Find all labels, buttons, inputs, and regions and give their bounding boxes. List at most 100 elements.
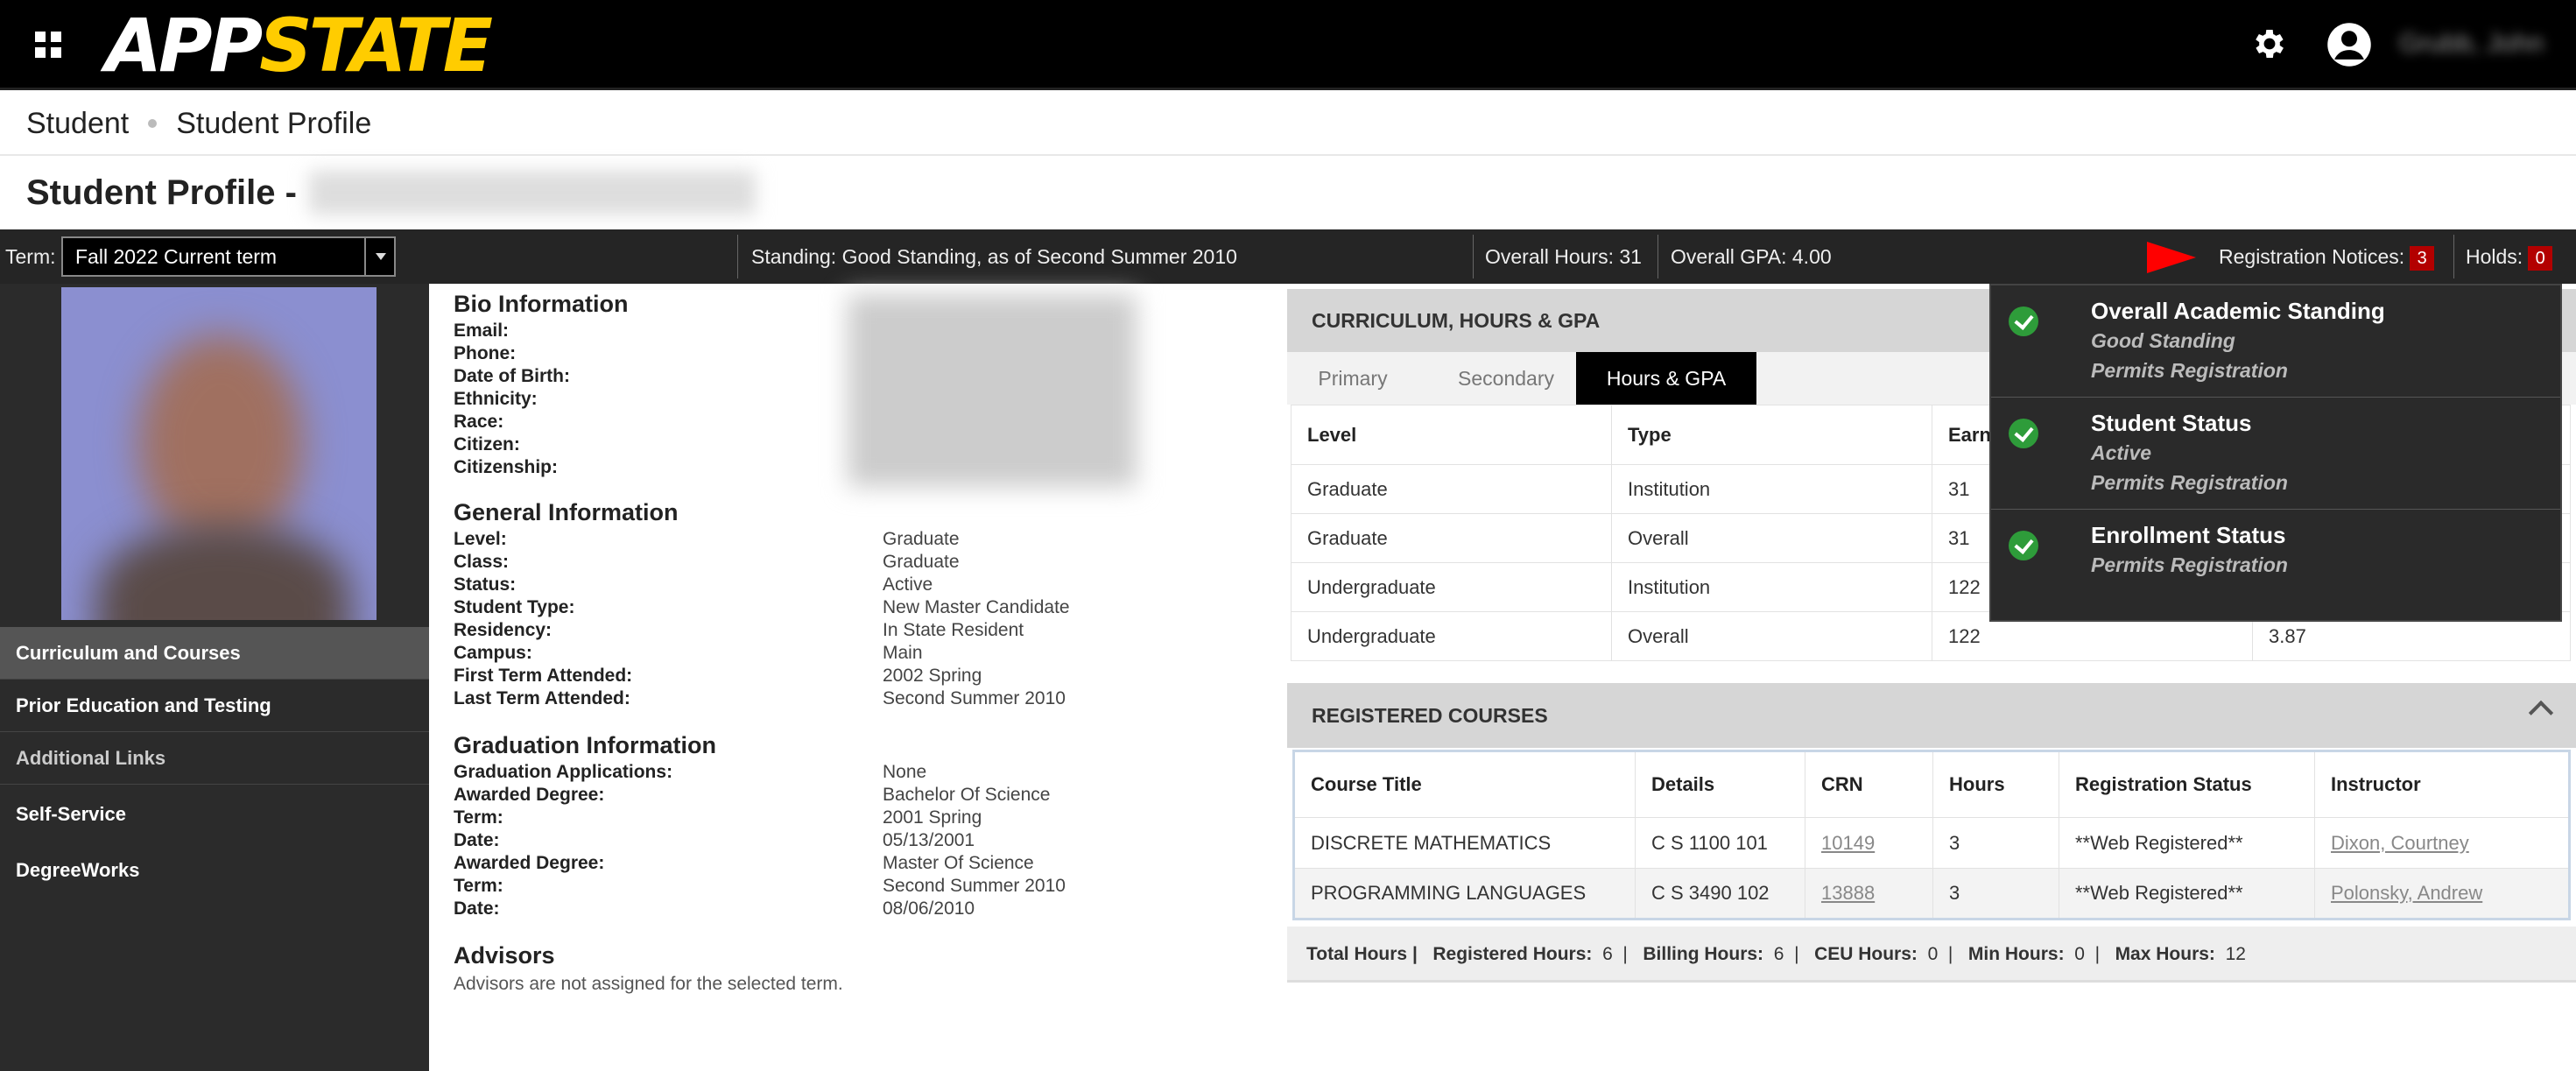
registered-hours-label: Registered Hours:: [1432, 944, 1593, 964]
column-header-crn: CRN: [1805, 750, 1933, 818]
general-value: New Master Candidate: [883, 597, 1070, 617]
check-circle-icon: [2009, 531, 2038, 560]
sidebar-item-prior-education[interactable]: Prior Education and Testing: [0, 680, 429, 732]
notice-line: Permits Registration: [2091, 359, 2288, 382]
column-header-instructor: Instructor: [2314, 750, 2570, 818]
redacted-student-name: [308, 171, 756, 215]
sidebar-item-self-service[interactable]: Self-Service: [0, 788, 429, 841]
page-title-row: Student Profile -: [0, 156, 2576, 229]
advisors-title: Advisors: [454, 942, 555, 969]
tab-hours-gpa[interactable]: Hours & GPA: [1576, 352, 1756, 405]
chevron-down-icon[interactable]: [364, 238, 394, 275]
general-label: Level:: [454, 529, 507, 549]
cell-crn: 13888: [1805, 868, 1933, 920]
notice-title: Student Status: [2091, 410, 2252, 436]
notice-line: Good Standing: [2091, 329, 2235, 352]
registration-notices-label: Registration Notices:: [2219, 245, 2405, 268]
strip-divider: [2453, 235, 2454, 278]
column-header-level: Level: [1291, 405, 1612, 465]
graduation-label: Date:: [454, 898, 500, 919]
holds-badge: 0: [2528, 245, 2553, 271]
tab-secondary[interactable]: Secondary: [1418, 352, 1594, 405]
breadcrumb: Student Student Profile: [0, 93, 2576, 156]
notice-line: Permits Registration: [2091, 471, 2288, 494]
graduation-label: Date:: [454, 830, 500, 850]
general-label: Class:: [454, 552, 510, 572]
term-select[interactable]: Fall 2022 Current term: [61, 236, 396, 277]
user-avatar-icon[interactable]: [2326, 21, 2373, 68]
general-value: Graduate: [883, 552, 960, 572]
term-label: Term:: [5, 245, 56, 268]
graduation-value: 2001 Spring: [883, 807, 982, 828]
student-photo: [61, 287, 377, 620]
registered-courses-title: REGISTERED COURSES: [1312, 704, 1548, 727]
graduation-value: 05/13/2001: [883, 830, 975, 850]
graduation-label: Graduation Applications:: [454, 762, 673, 782]
chevron-up-icon[interactable]: [2528, 700, 2554, 726]
advisors-note: Advisors are not assigned for the select…: [454, 974, 843, 994]
general-label: Last Term Attended:: [454, 688, 630, 708]
graduation-value: Master Of Science: [883, 853, 1034, 873]
registration-notices-badge: 3: [2410, 245, 2435, 271]
bio-label-dob: Date of Birth:: [454, 366, 570, 386]
crn-link[interactable]: 13888: [1821, 882, 1875, 904]
top-app-bar: APPSTATE Grubb, John: [0, 0, 2576, 90]
breadcrumb-separator-icon: [148, 119, 158, 128]
redacted-bio-values: [848, 294, 1137, 487]
graduation-value: Second Summer 2010: [883, 876, 1066, 896]
graduation-label: Awarded Degree:: [454, 853, 605, 873]
general-information-title: General Information: [454, 499, 679, 525]
notice-title: Overall Academic Standing: [2091, 298, 2385, 324]
column-header-type: Type: [1611, 405, 1932, 465]
graduation-label: Awarded Degree:: [454, 785, 605, 805]
logo-app-text: APP: [105, 3, 263, 88]
cell-instructor: Dixon, Courtney: [2314, 817, 2570, 869]
cell-crn: 10149: [1805, 817, 1933, 869]
app-grid-icon[interactable]: [35, 32, 61, 58]
overall-gpa: Overall GPA: 4.00: [1671, 245, 1832, 268]
cell-level: Graduate: [1291, 513, 1612, 563]
overall-hours: Overall Hours: 31: [1485, 245, 1642, 268]
table-header-row: Course Title Details CRN Hours Registrat…: [1293, 750, 2570, 818]
notice-item: Student Status Active Permits Registrati…: [1991, 398, 2560, 510]
max-hours-label: Max Hours:: [2115, 944, 2215, 964]
notice-line: Active: [2091, 441, 2152, 464]
bio-information-title: Bio Information: [454, 291, 629, 317]
logo-state-text: STATE: [259, 3, 493, 88]
sidebar-item-curriculum-and-courses[interactable]: Curriculum and Courses: [0, 627, 429, 680]
cell-type: Institution: [1611, 464, 1932, 514]
breadcrumb-student[interactable]: Student: [26, 107, 129, 141]
ceu-hours-label: CEU Hours:: [1814, 944, 1918, 964]
cell-level: Undergraduate: [1291, 611, 1612, 661]
tab-primary[interactable]: Primary: [1287, 352, 1418, 405]
holds-label: Holds:: [2466, 245, 2523, 268]
registered-courses-header[interactable]: REGISTERED COURSES: [1287, 683, 2576, 748]
graduation-label: Term:: [454, 876, 503, 896]
registration-notices[interactable]: Registration Notices: 3: [2219, 229, 2435, 284]
column-header-registration-status: Registration Status: [2059, 750, 2315, 818]
instructor-link[interactable]: Polonsky, Andrew: [2331, 882, 2482, 904]
general-value: 2002 Spring: [883, 666, 982, 686]
general-label: First Term Attended:: [454, 666, 633, 686]
holds[interactable]: Holds: 0: [2466, 229, 2553, 284]
appstate-logo[interactable]: APPSTATE: [105, 7, 493, 84]
instructor-link[interactable]: Dixon, Courtney: [2331, 832, 2469, 854]
sidebar-item-degreeworks[interactable]: DegreeWorks: [0, 844, 429, 897]
table-row: PROGRAMMING LANGUAGES C S 3490 102 13888…: [1293, 868, 2570, 920]
table-row: DISCRETE MATHEMATICS C S 1100 101 10149 …: [1293, 817, 2570, 869]
standing-text: Standing: Good Standing, as of Second Su…: [751, 245, 1237, 268]
crn-link[interactable]: 10149: [1821, 832, 1875, 854]
registered-courses-table: Course Title Details CRN Hours Registrat…: [1292, 750, 2571, 920]
user-name[interactable]: Grubb, John: [2399, 23, 2565, 65]
term-select-value: Fall 2022 Current term: [75, 245, 278, 268]
notice-item: Overall Academic Standing Good Standing …: [1991, 285, 2560, 398]
graduation-label: Term:: [454, 807, 503, 828]
strip-divider: [1473, 235, 1474, 278]
gear-icon[interactable]: [2250, 25, 2289, 63]
bio-label-race: Race:: [454, 412, 504, 432]
sidebar-item-additional-links[interactable]: Additional Links: [0, 732, 429, 785]
cell-course-title: PROGRAMMING LANGUAGES: [1293, 868, 1636, 920]
graduation-value: Bachelor Of Science: [883, 785, 1051, 805]
red-arrow-icon: [2147, 242, 2196, 273]
general-label: Student Type:: [454, 597, 575, 617]
